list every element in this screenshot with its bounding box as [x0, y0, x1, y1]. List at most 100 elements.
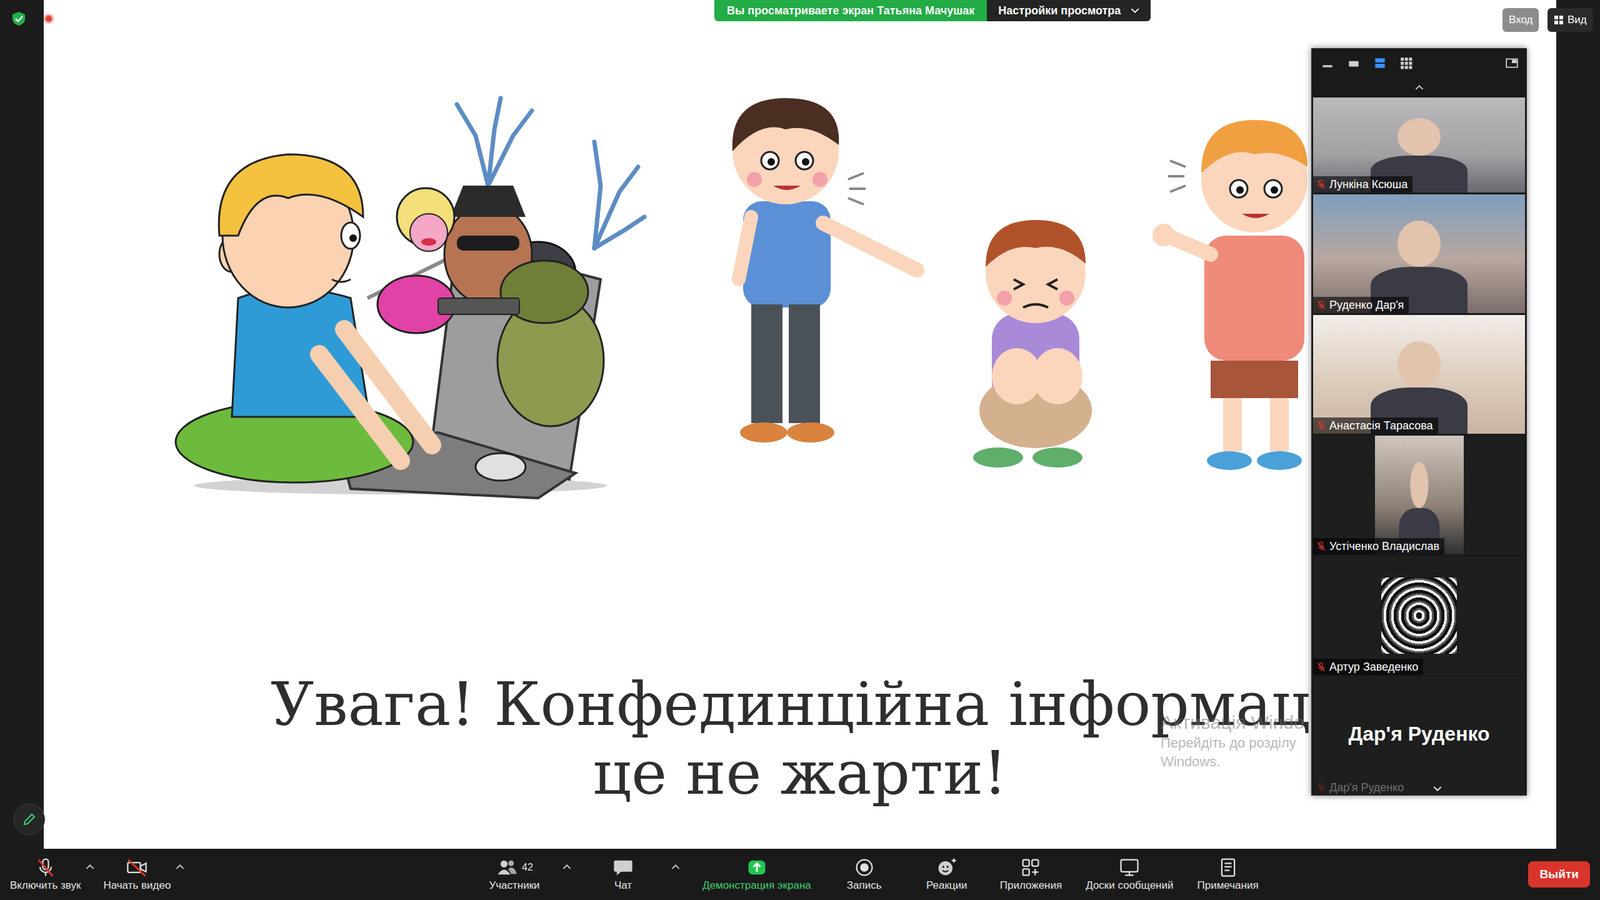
participant-name: Руденко Дар'я: [1329, 297, 1404, 313]
camera-frame: [1375, 435, 1464, 555]
right-margin: [1556, 0, 1600, 849]
record-icon-row: [853, 856, 876, 879]
muted-mic-icon: [1315, 781, 1327, 794]
annotate-pencil-icon[interactable]: [13, 803, 45, 835]
participant-tile[interactable]: Руденко Дар'я: [1313, 194, 1525, 314]
participant-tile[interactable]: Дар'я Руденко Дар'я Руденко: [1313, 676, 1525, 796]
participants-icon-row: 42: [495, 856, 534, 879]
person-head: [1410, 461, 1429, 509]
camera-video: [1313, 194, 1525, 314]
chat-icon: [611, 856, 635, 879]
participant-name-label: Дар'я Руденко: [1313, 779, 1409, 796]
whiteboards-icon-row: [1118, 856, 1141, 879]
dropdown-chevron-icon: [1130, 8, 1140, 14]
muted-mic-icon: [1315, 540, 1327, 552]
scroll-down-chevron-icon[interactable]: [1433, 786, 1442, 792]
meeting-toolbar: Включить звук Начать видео 42Участники Чат…: [0, 848, 1600, 900]
participant-name-label: Анастасія Тарасова: [1313, 417, 1439, 434]
menu-caret[interactable]: [671, 863, 684, 886]
camera-video: [1313, 315, 1525, 434]
caret-up-icon: [175, 863, 185, 870]
apps-icon-row: [1019, 856, 1042, 879]
participant-name: Анастасія Тарасова: [1329, 418, 1434, 434]
view-options-button[interactable]: Настройки просмотра: [986, 0, 1151, 22]
recording-dot-icon: [43, 13, 54, 24]
menu-caret[interactable]: [85, 863, 99, 886]
muted-mic-icon: [1315, 299, 1327, 311]
whiteboards-icon: [1118, 856, 1141, 879]
record-icon: [853, 856, 876, 879]
encryption-shield-icon[interactable]: [10, 10, 27, 27]
video-button[interactable]: Начать видео: [98, 853, 176, 895]
leave-button[interactable]: Выйти: [1528, 861, 1590, 889]
toolbar-center-group: 42Участники Чат Демонстрация экрана Запись Р…: [480, 853, 1264, 895]
video-icon: [125, 856, 149, 879]
record-label: Запись: [846, 878, 882, 893]
share-button[interactable]: Демонстрация экрана: [697, 853, 817, 895]
participant-name-label: Руденко Дар'я: [1313, 296, 1409, 314]
leave-area: Выйти: [1528, 861, 1590, 889]
apps-label: Приложения: [1000, 878, 1062, 893]
boy-laptop-monsters-icon: [163, 91, 649, 500]
participants-icon: [495, 856, 519, 879]
participant-display-name: Дар'я Руденко: [1348, 718, 1490, 754]
mic-icon-row: [34, 856, 57, 879]
notes-icon-row: [1216, 856, 1240, 879]
thumbnail-view-icon[interactable]: [1346, 56, 1361, 70]
zoom-window: Увага! Конфединційна інформаціце не жарт…: [0, 0, 1600, 900]
watermark-line: Активація Windo: [1160, 711, 1305, 734]
participant-tile[interactable]: Устіченко Владислав: [1313, 435, 1525, 555]
share-label: Демонстрация экрана: [702, 878, 812, 893]
participant-tile[interactable]: Анастасія Тарасова: [1313, 315, 1525, 434]
share-icon-row: [745, 856, 769, 879]
caret-up-icon: [671, 863, 680, 870]
mic-button[interactable]: Включить звук: [5, 853, 86, 895]
whiteboards-label: Доски сообщений: [1085, 878, 1174, 893]
participant-tile[interactable]: Артур Заведенко: [1313, 556, 1525, 675]
pop-out-icon[interactable]: [1505, 56, 1519, 70]
reactions-icon-row: [935, 856, 959, 879]
participants-video-panel: Лункіна Ксюша Руденко Дар'я Анастасія Тара…: [1311, 48, 1527, 796]
view-button[interactable]: Вид: [1547, 8, 1594, 32]
participant-name: Артур Заведенко: [1329, 659, 1419, 675]
chat-icon-row: [611, 856, 635, 879]
watermark-line: Перейдіть до розділу: [1160, 733, 1305, 753]
mic-icon: [34, 856, 57, 879]
bullying-boys-icon: [704, 91, 1317, 475]
apps-button[interactable]: Приложения: [995, 853, 1067, 895]
gallery-view-icon[interactable]: [1399, 56, 1414, 70]
speaker-view-icon[interactable]: [1373, 56, 1387, 70]
watermark-line: Windows.: [1160, 752, 1305, 772]
toolbar-left-group: Включить звук Начать видео: [5, 853, 480, 895]
participant-name-label: Устіченко Владислав: [1313, 538, 1445, 555]
reactions-label: Реакции: [926, 878, 968, 893]
share-icon: [745, 856, 769, 879]
caret-up-icon: [85, 863, 95, 870]
muted-mic-icon: [1315, 661, 1327, 673]
participants-button[interactable]: 42Участники: [480, 853, 549, 895]
chat-button[interactable]: Чат: [588, 853, 658, 895]
whiteboards-button[interactable]: Доски сообщений: [1080, 853, 1179, 895]
muted-mic-icon: [1315, 420, 1327, 432]
profile-avatar: [1381, 577, 1457, 654]
record-button[interactable]: Запись: [830, 853, 899, 895]
participant-name: Устіченко Владислав: [1329, 538, 1440, 554]
participant-name: Дар'я Руденко: [1329, 780, 1404, 795]
reactions-button[interactable]: Реакции: [912, 853, 982, 895]
minimize-view-icon[interactable]: [1320, 56, 1335, 70]
windows-activation-watermark: Активація WindoПерейдіть до розділуWindo…: [1160, 711, 1305, 772]
participants-count: 42: [521, 860, 534, 875]
grid-icon: [1553, 15, 1564, 25]
view-options-label: Настройки просмотра: [998, 2, 1121, 20]
scroll-up-chevron-icon[interactable]: [1415, 84, 1424, 90]
participant-name: Лункіна Ксюша: [1329, 176, 1408, 192]
menu-caret[interactable]: [175, 863, 189, 886]
notes-button[interactable]: Примечания: [1191, 853, 1264, 895]
person-head: [1397, 341, 1441, 388]
caret-up-icon: [562, 863, 572, 870]
participant-tile[interactable]: Лункіна Ксюша: [1313, 97, 1525, 193]
camera-video: [1375, 435, 1464, 555]
menu-caret[interactable]: [562, 863, 575, 886]
video-icon-row: [125, 856, 149, 879]
sign-in-button[interactable]: Вход: [1502, 8, 1539, 32]
